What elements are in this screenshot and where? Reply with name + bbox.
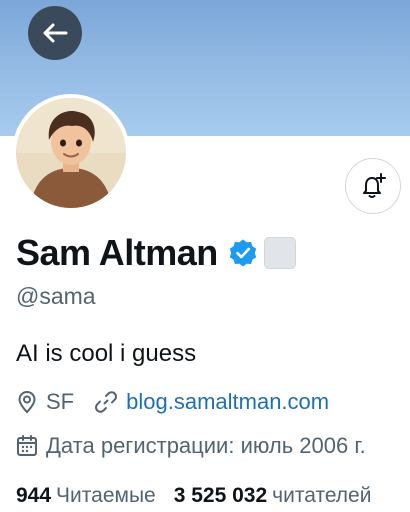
back-button[interactable] [28,6,82,60]
notify-button[interactable] [345,158,401,214]
arrow-left-icon [43,23,68,43]
followers-label[interactable]: читателей [272,484,371,508]
display-name: Sam Altman [16,232,218,273]
bell-plus-icon [363,173,386,198]
website-link[interactable]: blog.samaltman.com [126,389,329,415]
link-icon [95,391,118,413]
location-pin-icon [18,390,36,414]
following-count[interactable]: 944 [16,484,51,508]
avatar-image [16,98,126,208]
affiliation-badge[interactable] [263,237,296,269]
following-label[interactable]: Читаемые [56,484,156,508]
calendar-icon [17,435,37,456]
join-date: Дата регистрации: июль 2006 г. [16,432,366,460]
followers-count[interactable]: 3 525 032 [174,484,267,508]
name-row: Sam Altman [16,228,296,278]
profile-meta: SF blog.samaltman.com [16,388,329,416]
verified-badge-icon[interactable] [228,238,258,268]
join-date-text: Дата регистрации: июль 2006 г. [46,433,366,458]
follow-stats: 944 Читаемые 3 525 032 читателей [16,482,371,510]
username-handle: @sama [16,283,96,309]
avatar[interactable] [12,94,130,212]
website[interactable]: blog.samaltman.com [94,389,329,415]
location-text: SF [46,389,75,414]
profile-bio: AI is cool i guess [16,340,197,367]
location: SF [16,389,74,415]
